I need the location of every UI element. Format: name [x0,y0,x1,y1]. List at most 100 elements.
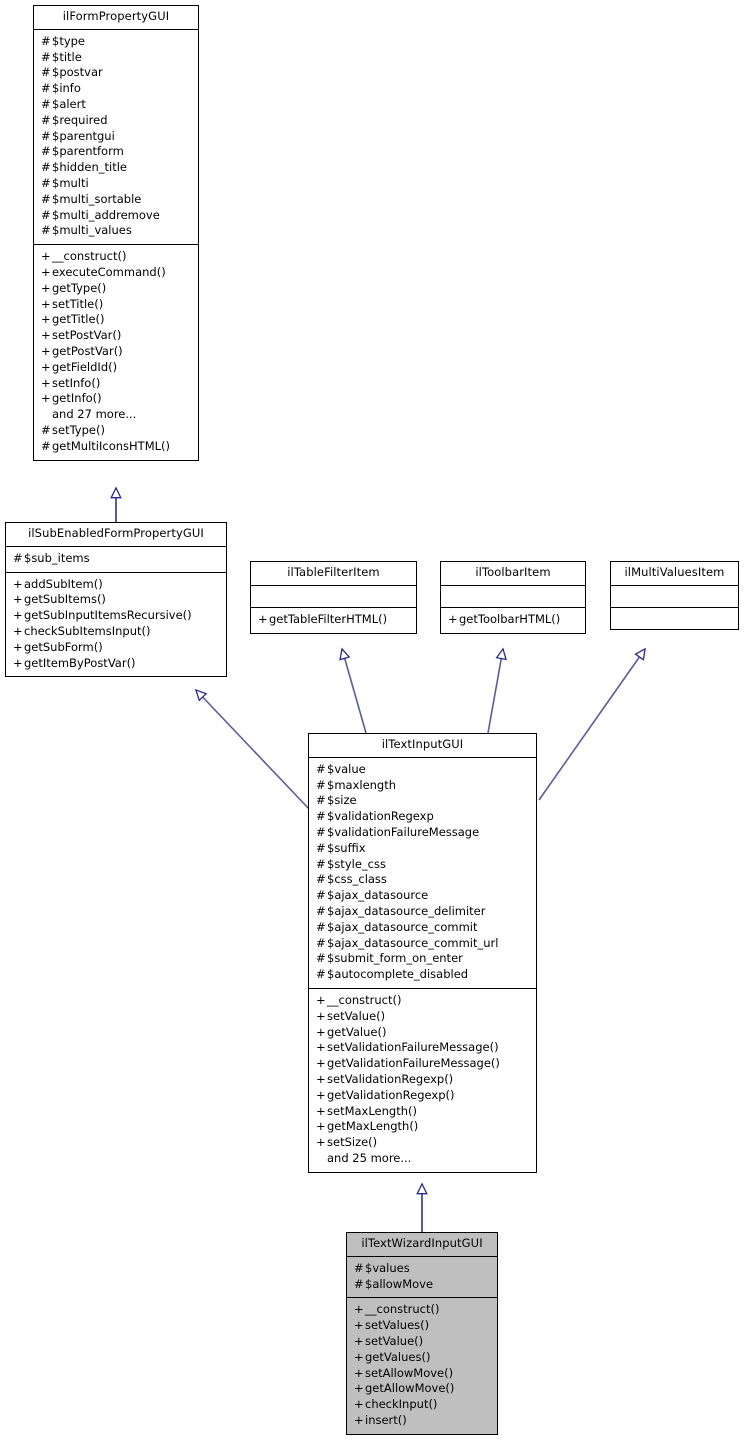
class-title: ilSubEnabledFormPropertyGUI [6,523,226,547]
visibility-marker: # [316,761,326,776]
visibility-marker: + [316,1071,326,1086]
method-row: #setType() [41,423,193,439]
attribute-label: $parentgui [52,128,115,143]
method-row: +getTitle() [41,312,193,328]
visibility-marker: + [448,611,458,626]
visibility-marker: + [316,1008,326,1023]
method-row: +getMaxLength() [316,1119,531,1135]
visibility-marker: + [354,1381,364,1396]
method-label: __construct() [327,992,402,1007]
methods-section: +__construct() +executeCommand() +getTyp… [34,245,198,459]
edge-textinput-to-subenabled [196,690,311,811]
method-label: __construct() [52,249,127,264]
visibility-marker: + [354,1302,364,1317]
method-label: getTableFilterHTML() [269,611,388,626]
attribute-label: $info [52,81,81,96]
class-title: ilTextInputGUI [309,734,536,758]
attribute-label: $parentform [52,144,124,159]
visibility-marker: # [354,1276,364,1291]
attribute-label: $validationFailureMessage [327,824,480,839]
method-row: +setValue() [354,1334,492,1350]
attribute-label: $postvar [52,65,103,80]
visibility-marker: + [41,359,51,374]
class-box-ilFormPropertyGUI[interactable]: ilFormPropertyGUI #$type #$title #$postv… [33,5,199,461]
attribute-label: $type [52,33,86,48]
class-title: ilToolbarItem [441,562,585,586]
visibility-marker: # [41,207,51,222]
method-row: #getMultiIconsHTML() [41,439,193,455]
attribute-label: $autocomplete_disabled [327,967,469,982]
method-row: +getAllowMove() [354,1381,492,1397]
attribute-row: #$required [41,113,193,129]
attribute-row: #$values [354,1261,492,1277]
class-box-ilSubEnabledFormPropertyGUI[interactable]: ilSubEnabledFormPropertyGUI #$sub_items … [5,522,227,678]
visibility-marker: # [41,81,51,96]
visibility-marker: + [13,592,23,607]
edge-textinput-to-tablefilteritem [342,649,367,734]
method-row: +getPostVar() [41,344,193,360]
visibility-marker: # [316,935,326,950]
attribute-label: $css_class [327,872,387,887]
method-row: +setMaxLength() [316,1104,531,1120]
visibility-marker: # [41,422,51,437]
attributes-section: #$type #$title #$postvar #$info #$alert … [34,30,198,246]
method-label: setTitle() [52,296,104,311]
method-label: setPostVar() [52,328,122,343]
class-title: ilTableFilterItem [251,562,416,586]
visibility-marker: # [316,856,326,871]
visibility-marker: + [316,1024,326,1039]
method-label: getTitle() [52,312,105,327]
visibility-marker: + [41,264,51,279]
attribute-row: #$style_css [316,857,531,873]
visibility-marker: # [316,967,326,982]
attribute-row: #$multi_addremove [41,208,193,224]
attribute-label: $values [365,1260,410,1275]
attribute-row: #$css_class [316,872,531,888]
attribute-label: $allowMove [365,1276,434,1291]
visibility-marker: # [41,33,51,48]
visibility-marker: + [41,343,51,358]
attribute-label: $maxlength [327,777,397,792]
method-label: getToolbarHTML() [459,611,561,626]
method-row: +setTitle() [41,297,193,313]
visibility-marker: + [41,280,51,295]
method-row: +getValidationFailureMessage() [316,1056,531,1072]
visibility-marker: # [316,888,326,903]
attribute-label: $multi [52,175,89,190]
class-box-ilMultiValuesItem[interactable]: ilMultiValuesItem [610,561,739,630]
method-label: setInfo() [52,375,101,390]
method-label: getSubInputItemsRecursive() [24,608,192,623]
class-box-ilTextInputGUI[interactable]: ilTextInputGUI #$value #$maxlength #$siz… [308,733,537,1173]
visibility-marker: # [41,438,51,453]
class-box-ilTextWizardInputGUI[interactable]: ilTextWizardInputGUI #$values #$allowMov… [346,1232,498,1435]
attribute-row: #$ajax_datasource_delimiter [316,904,531,920]
visibility-marker: + [354,1333,364,1348]
attribute-label: $multi_values [52,223,132,238]
class-box-ilTableFilterItem[interactable]: ilTableFilterItem +getTableFilterHTML() [250,561,417,634]
method-row: +__construct() [354,1302,492,1318]
visibility-marker: + [41,391,51,406]
attribute-row: #$multi [41,176,193,192]
attributes-section [251,586,416,608]
method-row: +insert() [354,1413,492,1429]
attribute-row: #$sub_items [13,551,221,567]
attributes-section: #$sub_items [6,547,226,573]
attribute-label: $ajax_datasource_delimiter [327,903,486,918]
visibility-marker: # [316,840,326,855]
method-label: getValidationFailureMessage() [327,1056,500,1071]
method-label: checkSubItemsInput() [24,623,151,638]
method-label: and 27 more... [52,407,137,422]
methods-section: +addSubItem() +getSubItems() +getSubInpu… [6,573,226,677]
method-row: +checkSubItemsInput() [13,624,221,640]
attribute-label: $suffix [327,840,366,855]
visibility-marker: + [316,992,326,1007]
method-label: getValue() [327,1024,387,1039]
attribute-row: #$validationRegexp [316,809,531,825]
attributes-section: #$values #$allowMove [347,1257,497,1299]
class-box-ilToolbarItem[interactable]: ilToolbarItem +getToolbarHTML() [440,561,586,634]
method-label: getValues() [365,1349,431,1364]
visibility-marker: + [316,1103,326,1118]
attribute-row: #$size [316,793,531,809]
uml-class-diagram: ilFormPropertyGUI #$type #$title #$postv… [0,0,744,1445]
attribute-label: $validationRegexp [327,809,434,824]
